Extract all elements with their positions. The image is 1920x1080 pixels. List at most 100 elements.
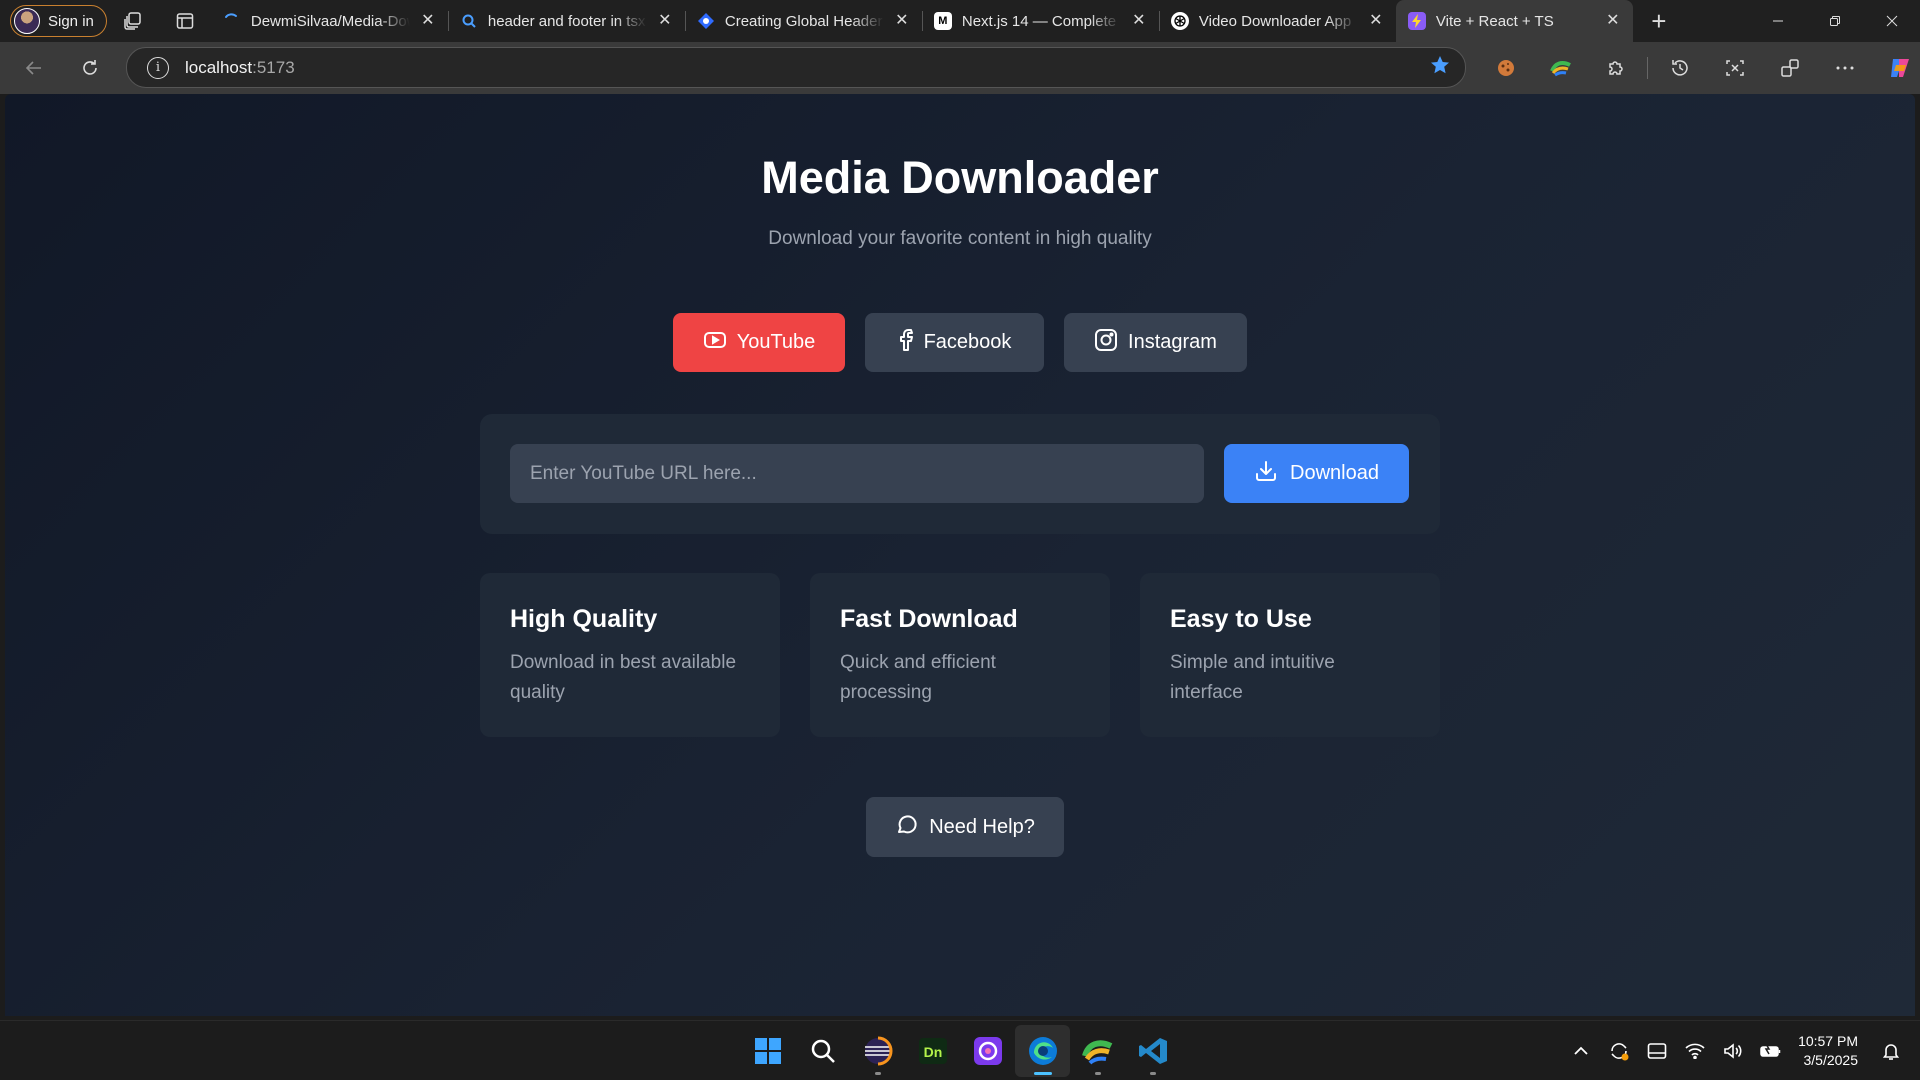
vertical-tabs-icon[interactable]	[159, 0, 211, 42]
tab-search[interactable]: header and footer in tsx ✕	[447, 0, 685, 42]
youtube-button[interactable]: YouTube	[673, 313, 845, 372]
extensions-puzzle-icon[interactable]	[1588, 48, 1643, 88]
tab-github[interactable]: DewmiSilvaa/Media-Downloader ✕	[211, 0, 448, 42]
features-section: High Quality Download in best available …	[480, 573, 1440, 737]
download-button[interactable]: Download	[1224, 444, 1409, 503]
download-icon	[1254, 459, 1278, 489]
avatar	[14, 8, 40, 34]
facebook-label: Facebook	[923, 331, 1012, 353]
vscode-icon[interactable]	[1125, 1025, 1180, 1077]
tab-chatgpt[interactable]: Video Downloader App ✕	[1158, 0, 1396, 42]
minimize-icon[interactable]	[1749, 0, 1806, 42]
download-label: Download	[1290, 462, 1379, 484]
new-tab-button[interactable]: +	[1633, 0, 1685, 42]
clock-time: 10:57 PM	[1798, 1033, 1858, 1049]
tab-title: header and footer in tsx	[487, 12, 646, 30]
close-tab-icon[interactable]: ✕	[894, 13, 910, 29]
clock-date: 3/5/2025	[1803, 1052, 1859, 1068]
taskbar-search-icon[interactable]	[795, 1025, 850, 1077]
tab-title: Next.js 14 — Complete Guide	[961, 12, 1121, 30]
copilot-icon[interactable]	[1872, 48, 1920, 88]
tablet-mode-icon[interactable]	[1638, 1031, 1676, 1071]
more-menu-icon[interactable]	[1817, 48, 1872, 88]
screenshot-icon[interactable]	[1707, 48, 1762, 88]
edge-browser-icon[interactable]	[1015, 1025, 1070, 1077]
eclipse-app-icon[interactable]	[850, 1025, 905, 1077]
cookie-extension-icon[interactable]	[1478, 48, 1533, 88]
windows-taskbar: Dn 10:57 PM 3/5/2025	[0, 1020, 1920, 1080]
feature-card-fast-download: Fast Download Quick and efficient proces…	[810, 573, 1110, 737]
close-tab-icon[interactable]: ✕	[1368, 13, 1384, 29]
tab-title: DewmiSilvaa/Media-Downloader	[250, 12, 410, 30]
instagram-button[interactable]: Instagram	[1064, 313, 1247, 372]
toolbar-divider	[1647, 57, 1648, 79]
close-tab-icon[interactable]: ✕	[1131, 13, 1147, 29]
platform-selector: YouTube Facebook Instagram	[480, 313, 1440, 372]
facebook-icon	[898, 328, 914, 358]
feature-title: Easy to Use	[1170, 605, 1312, 633]
restore-icon[interactable]	[1806, 0, 1863, 42]
tab-vite[interactable]: Vite + React + TS ✕	[1395, 0, 1633, 42]
window-controls	[1749, 0, 1920, 42]
taskbar-apps: Dn	[740, 1021, 1180, 1080]
youtube-label: YouTube	[736, 331, 816, 353]
youtube-icon	[703, 330, 727, 356]
feature-card-high-quality: High Quality Download in best available …	[480, 573, 780, 737]
close-tab-icon[interactable]: ✕	[420, 13, 436, 29]
photo-app-icon[interactable]	[960, 1025, 1015, 1077]
profile-sign-in-button[interactable]: Sign in	[10, 5, 107, 37]
search-icon	[460, 12, 478, 30]
colorful-app-icon[interactable]	[1070, 1025, 1125, 1077]
volume-icon[interactable]	[1714, 1031, 1752, 1071]
url-host: localhost	[185, 57, 253, 77]
tab-medium[interactable]: M Next.js 14 — Complete Guide ✕	[921, 0, 1159, 42]
url-port: :5173	[252, 57, 295, 77]
github-loading-icon	[223, 12, 241, 30]
close-window-icon[interactable]	[1863, 0, 1920, 42]
feature-title: Fast Download	[840, 605, 1018, 633]
wifi-icon[interactable]	[1676, 1031, 1714, 1071]
instagram-icon	[1094, 328, 1118, 358]
sign-in-label: Sign in	[48, 12, 94, 30]
sync-icon[interactable]	[1600, 1031, 1638, 1071]
system-clock[interactable]: 10:57 PM 3/5/2025	[1798, 1032, 1858, 1070]
feature-description: Download in best available quality	[510, 652, 737, 703]
app-active-indicator	[1033, 1072, 1052, 1075]
app-running-indicator	[1149, 1072, 1156, 1075]
feature-card-easy-to-use: Easy to Use Simple and intuitive interfa…	[1140, 573, 1440, 737]
vite-icon	[1407, 12, 1426, 30]
address-bar[interactable]: i localhost :5173	[126, 47, 1466, 88]
back-arrow-icon[interactable]	[10, 48, 58, 88]
notifications-bell-icon[interactable]	[1872, 1031, 1910, 1071]
feature-title: High Quality	[510, 605, 658, 633]
workspaces-icon[interactable]	[107, 0, 159, 42]
need-help-button[interactable]: Need Help?	[866, 797, 1064, 857]
facebook-button[interactable]: Facebook	[865, 313, 1044, 372]
url-input[interactable]	[510, 444, 1204, 503]
url-input-card: Download	[480, 414, 1440, 534]
app-running-indicator	[1094, 1072, 1101, 1075]
instagram-label: Instagram	[1128, 331, 1217, 353]
refresh-icon[interactable]	[66, 48, 114, 88]
history-icon[interactable]	[1652, 48, 1707, 88]
feature-description: Quick and efficient processing	[840, 652, 996, 703]
start-windows-icon[interactable]	[740, 1025, 795, 1077]
battery-icon[interactable]	[1752, 1031, 1790, 1071]
chat-bubble-icon	[895, 812, 919, 842]
favorite-star-icon[interactable]	[1429, 54, 1451, 81]
chatgpt-icon	[1170, 12, 1189, 30]
close-tab-icon[interactable]: ✕	[657, 13, 673, 29]
colorful-extension-icon[interactable]	[1533, 48, 1588, 88]
dimension-app-icon[interactable]: Dn	[905, 1025, 960, 1077]
tab-copilot[interactable]: Creating Global Header and Footer ✕	[684, 0, 922, 42]
system-tray: 10:57 PM 3/5/2025	[1562, 1021, 1920, 1080]
close-tab-icon[interactable]: ✕	[1605, 13, 1621, 29]
page-title: Media Downloader	[761, 152, 1159, 203]
toolbar-extensions	[1478, 48, 1920, 88]
site-info-icon[interactable]: i	[147, 56, 169, 79]
tab-title: Video Downloader App	[1198, 12, 1352, 30]
browser-tab-strip: Sign in DewmiSilvaa/Media-Downloader ✕ h…	[0, 0, 1920, 42]
tab-title: Creating Global Header and Footer	[724, 12, 884, 30]
chevron-up-icon[interactable]	[1562, 1031, 1600, 1071]
share-icon[interactable]	[1762, 48, 1817, 88]
